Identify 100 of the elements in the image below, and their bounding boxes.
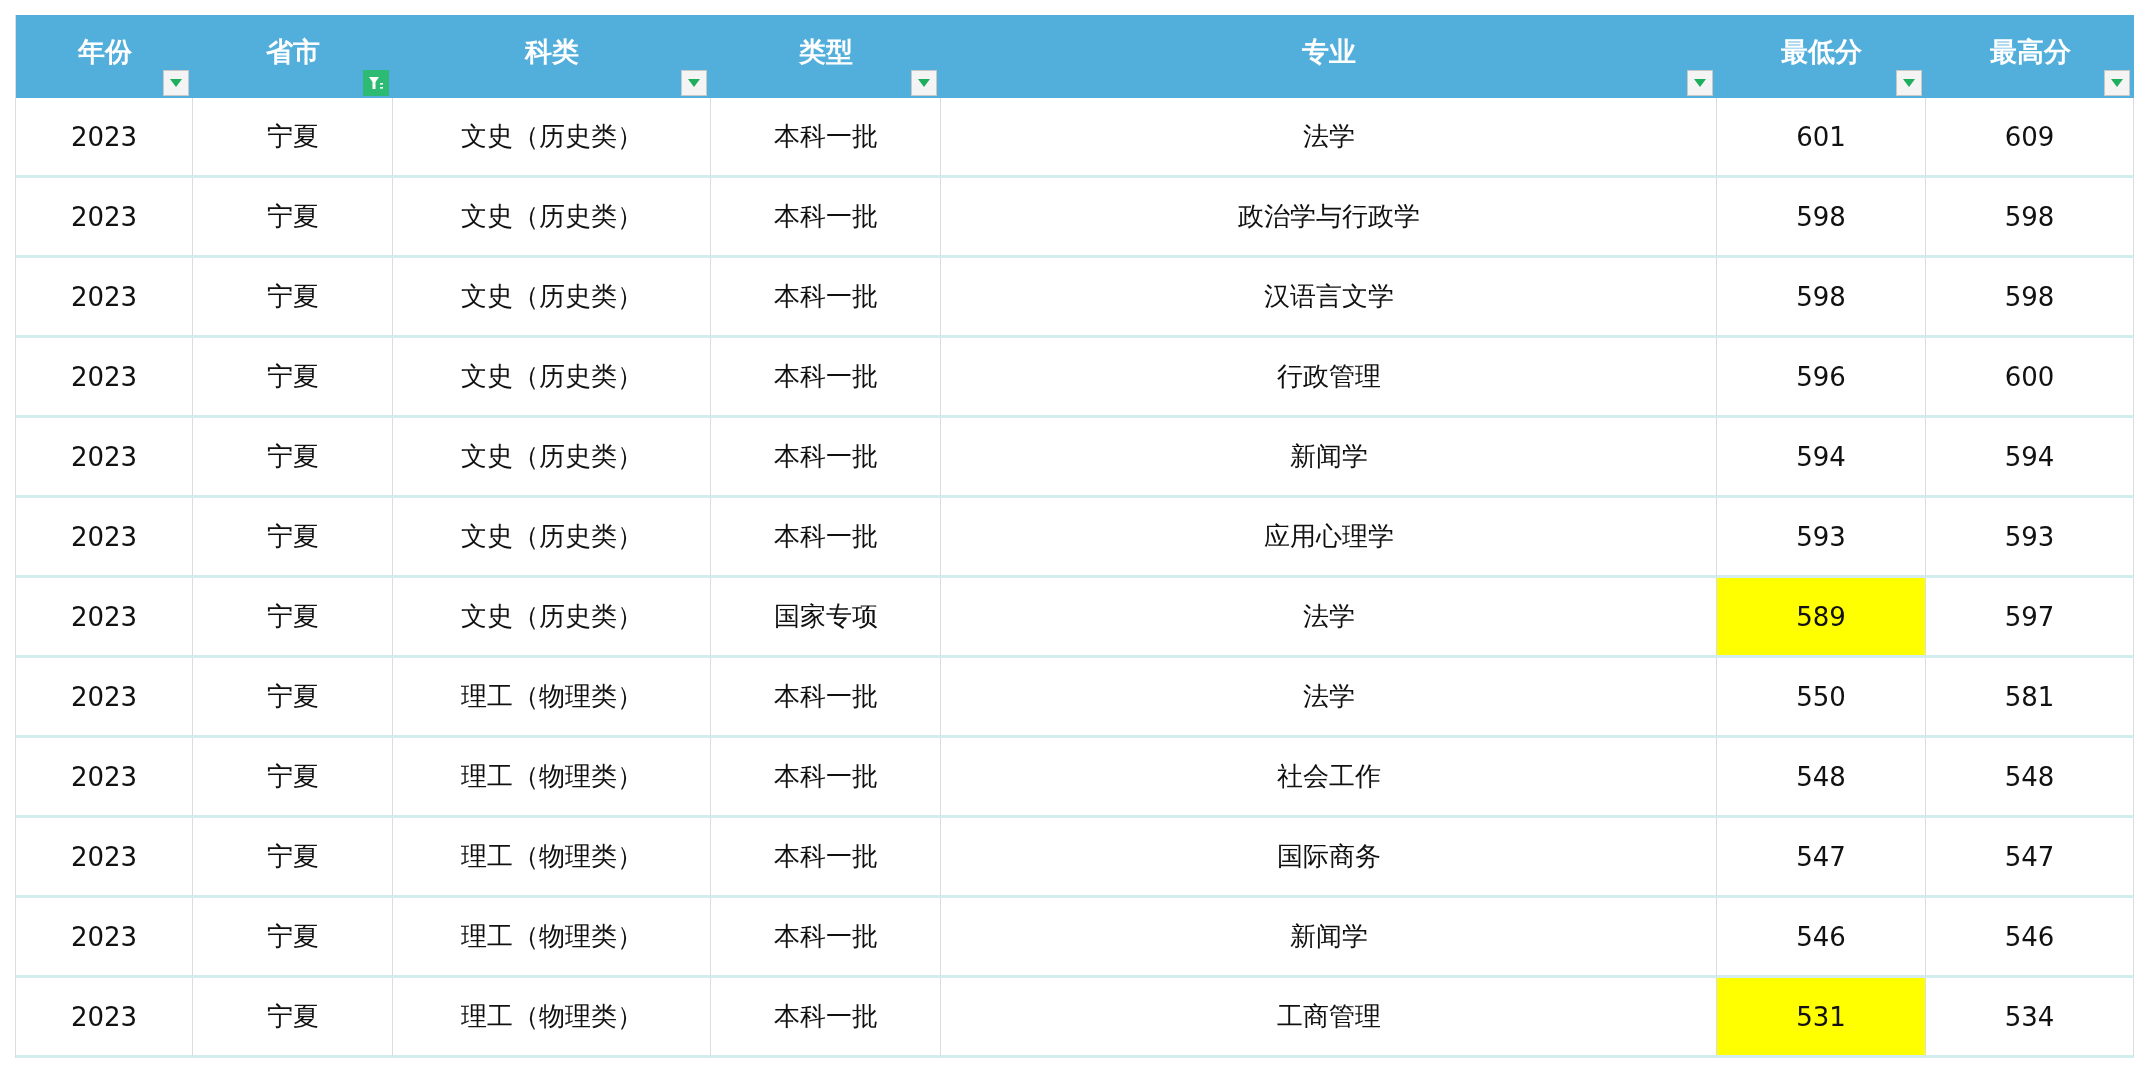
table-cell: 理工（物理类） (393, 738, 711, 818)
table-cell: 政治学与行政学 (941, 178, 1717, 258)
table-cell: 601 (1717, 98, 1926, 178)
table-cell: 宁夏 (193, 418, 393, 498)
table-cell: 文史（历史类） (393, 98, 711, 178)
caret-icon (1903, 79, 1915, 87)
table-cell: 新闻学 (941, 418, 1717, 498)
table-cell: 理工（物理类） (393, 658, 711, 738)
table-cell: 宁夏 (193, 658, 393, 738)
table-cell: 宁夏 (193, 898, 393, 978)
table-cell: 汉语言文学 (941, 258, 1717, 338)
table-cell: 2023 (16, 978, 193, 1058)
table-cell: 600 (1926, 338, 2134, 418)
table-cell: 594 (1926, 418, 2134, 498)
table-cell: 法学 (941, 658, 1717, 738)
table-cell: 596 (1717, 338, 1926, 418)
table-cell: 理工（物理类） (393, 978, 711, 1058)
table-cell: 宁夏 (193, 178, 393, 258)
funnel-icon (368, 75, 384, 91)
table-cell: 本科一批 (711, 418, 941, 498)
table-cell: 本科一批 (711, 818, 941, 898)
table-cell: 宁夏 (193, 738, 393, 818)
table-cell: 598 (1717, 258, 1926, 338)
table-cell: 国际商务 (941, 818, 1717, 898)
table-cell: 法学 (941, 578, 1717, 658)
caret-icon (170, 79, 182, 87)
table-cell: 本科一批 (711, 258, 941, 338)
table-cell: 法学 (941, 98, 1717, 178)
table-cell: 文史（历史类） (393, 178, 711, 258)
caret-icon (1694, 79, 1706, 87)
column-header[interactable]: 年份 (16, 15, 193, 98)
table-cell: 547 (1717, 818, 1926, 898)
table-cell: 宁夏 (193, 578, 393, 658)
table-cell: 理工（物理类） (393, 818, 711, 898)
table-cell: 2023 (16, 498, 193, 578)
table-cell: 2023 (16, 738, 193, 818)
table-cell: 宁夏 (193, 978, 393, 1058)
filter-dropdown-button[interactable] (1896, 70, 1922, 96)
filter-dropdown-button[interactable] (163, 70, 189, 96)
table-cell: 文史（历史类） (393, 498, 711, 578)
table-cell: 本科一批 (711, 338, 941, 418)
table-cell: 2023 (16, 98, 193, 178)
table-cell: 宁夏 (193, 338, 393, 418)
table-cell: 534 (1926, 978, 2134, 1058)
table-cell: 2023 (16, 578, 193, 658)
table-cell: 2023 (16, 818, 193, 898)
table-cell: 本科一批 (711, 898, 941, 978)
column-header[interactable]: 最低分 (1717, 15, 1926, 98)
table-cell: 本科一批 (711, 978, 941, 1058)
table-cell: 宁夏 (193, 98, 393, 178)
table-cell: 本科一批 (711, 658, 941, 738)
table-cell: 行政管理 (941, 338, 1717, 418)
caret-icon (918, 79, 930, 87)
table-cell: 2023 (16, 418, 193, 498)
table-cell: 宁夏 (193, 498, 393, 578)
table-cell: 2023 (16, 178, 193, 258)
table-cell: 国家专项 (711, 578, 941, 658)
column-header[interactable]: 省市 (193, 15, 393, 98)
caret-icon (2111, 79, 2123, 87)
table-cell: 547 (1926, 818, 2134, 898)
table-cell: 2023 (16, 658, 193, 738)
table-cell: 593 (1926, 498, 2134, 578)
column-header[interactable]: 专业 (941, 15, 1717, 98)
table-cell: 新闻学 (941, 898, 1717, 978)
table-cell: 589 (1717, 578, 1926, 658)
table-cell: 531 (1717, 978, 1926, 1058)
table-cell: 598 (1717, 178, 1926, 258)
table-cell: 本科一批 (711, 498, 941, 578)
filter-dropdown-button[interactable] (1687, 70, 1713, 96)
table-cell: 2023 (16, 258, 193, 338)
table-cell: 本科一批 (711, 98, 941, 178)
table-cell: 598 (1926, 178, 2134, 258)
table-cell: 609 (1926, 98, 2134, 178)
table-cell: 548 (1717, 738, 1926, 818)
caret-icon (688, 79, 700, 87)
table-cell: 文史（历史类） (393, 258, 711, 338)
table-cell: 2023 (16, 338, 193, 418)
table-cell: 文史（历史类） (393, 578, 711, 658)
table-cell: 工商管理 (941, 978, 1717, 1058)
column-header[interactable]: 最高分 (1926, 15, 2134, 98)
table-cell: 546 (1926, 898, 2134, 978)
table-cell: 理工（物理类） (393, 898, 711, 978)
column-header[interactable]: 类型 (711, 15, 941, 98)
table-cell: 文史（历史类） (393, 418, 711, 498)
table-cell: 598 (1926, 258, 2134, 338)
column-header[interactable]: 科类 (393, 15, 711, 98)
filter-dropdown-button[interactable] (681, 70, 707, 96)
filter-dropdown-button[interactable] (2104, 70, 2130, 96)
table-cell: 社会工作 (941, 738, 1717, 818)
table-cell: 594 (1717, 418, 1926, 498)
table-cell: 548 (1926, 738, 2134, 818)
filter-dropdown-button[interactable] (911, 70, 937, 96)
table-cell: 550 (1717, 658, 1926, 738)
table-cell: 应用心理学 (941, 498, 1717, 578)
table-cell: 宁夏 (193, 258, 393, 338)
table-cell: 2023 (16, 898, 193, 978)
table-cell: 文史（历史类） (393, 338, 711, 418)
table-cell: 本科一批 (711, 178, 941, 258)
table-cell: 宁夏 (193, 818, 393, 898)
active-filter-button[interactable] (363, 70, 389, 96)
